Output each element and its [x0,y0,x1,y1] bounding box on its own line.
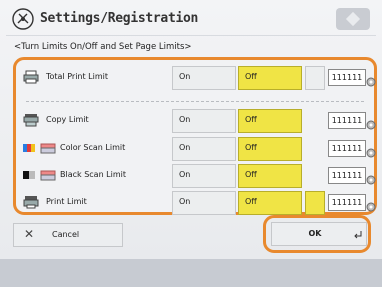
row-label: Print Limit [46,197,87,206]
page-title: Settings/Registration [40,11,199,26]
blank-button[interactable] [305,66,325,90]
gear-icon[interactable] [365,201,377,213]
printer-icon [23,70,39,84]
limit-value-field[interactable]: 111111 [328,140,366,157]
on-button[interactable]: On [172,109,236,133]
cancel-button[interactable]: ✕ Cancel [13,223,123,247]
divider [26,101,364,102]
limit-value-field[interactable]: 111111 [328,112,366,129]
off-button[interactable]: Off [238,109,302,133]
settings-icon [12,8,34,30]
limit-value-field[interactable]: 111111 [328,69,366,86]
on-button[interactable]: On [172,164,236,188]
limit-value-field[interactable]: 111111 [328,167,366,184]
close-icon: ✕ [24,227,35,241]
row-print-limit: Print Limit On Off 111111 [20,189,376,217]
row-label: Color Scan Limit [60,143,126,152]
off-button[interactable]: Off [238,191,302,215]
gear-icon[interactable] [365,119,377,131]
row-label: Copy Limit [46,115,89,124]
row-black-scan-limit: Black Scan Limit On Off 111111 [20,162,376,190]
ok-button[interactable]: OK [271,222,367,246]
limit-value-field[interactable]: 111111 [328,194,366,211]
page-subtitle: <Turn Limits On/Off and Set Page Limits> [14,42,192,52]
blank-button[interactable] [305,191,325,215]
on-button[interactable]: On [172,66,236,90]
scanner-icon [40,170,56,181]
off-button[interactable]: Off [238,137,302,161]
gear-icon[interactable] [365,76,377,88]
row-copy-limit: Copy Limit On Off 111111 [20,107,376,135]
row-total-print-limit: Total Print Limit On Off 111111 [20,64,376,92]
scanner-icon [40,143,56,154]
cube-icon [345,11,361,27]
enter-icon [354,231,362,239]
off-button[interactable]: Off [238,66,302,90]
gear-icon[interactable] [365,174,377,186]
settings-screen: Settings/Registration <Turn Limits On/Of… [0,0,382,287]
limits-panel: Total Print Limit On Off 111111 Copy Lim… [13,57,377,215]
cancel-label: Cancel [52,230,80,239]
off-button[interactable]: Off [238,164,302,188]
status-bar [0,259,382,287]
help-button[interactable] [336,8,370,30]
black-white-icon [23,171,35,179]
printer-icon [23,196,39,209]
color-icon [23,144,35,152]
on-button[interactable]: On [172,191,236,215]
gear-icon[interactable] [365,147,377,159]
title-bar: Settings/Registration [6,4,376,36]
row-label: Total Print Limit [46,72,109,81]
row-label: Black Scan Limit [60,170,127,179]
on-button[interactable]: On [172,137,236,161]
row-color-scan-limit: Color Scan Limit On Off 111111 [20,135,376,163]
copier-icon [23,114,39,127]
ok-label: OK [308,229,322,238]
